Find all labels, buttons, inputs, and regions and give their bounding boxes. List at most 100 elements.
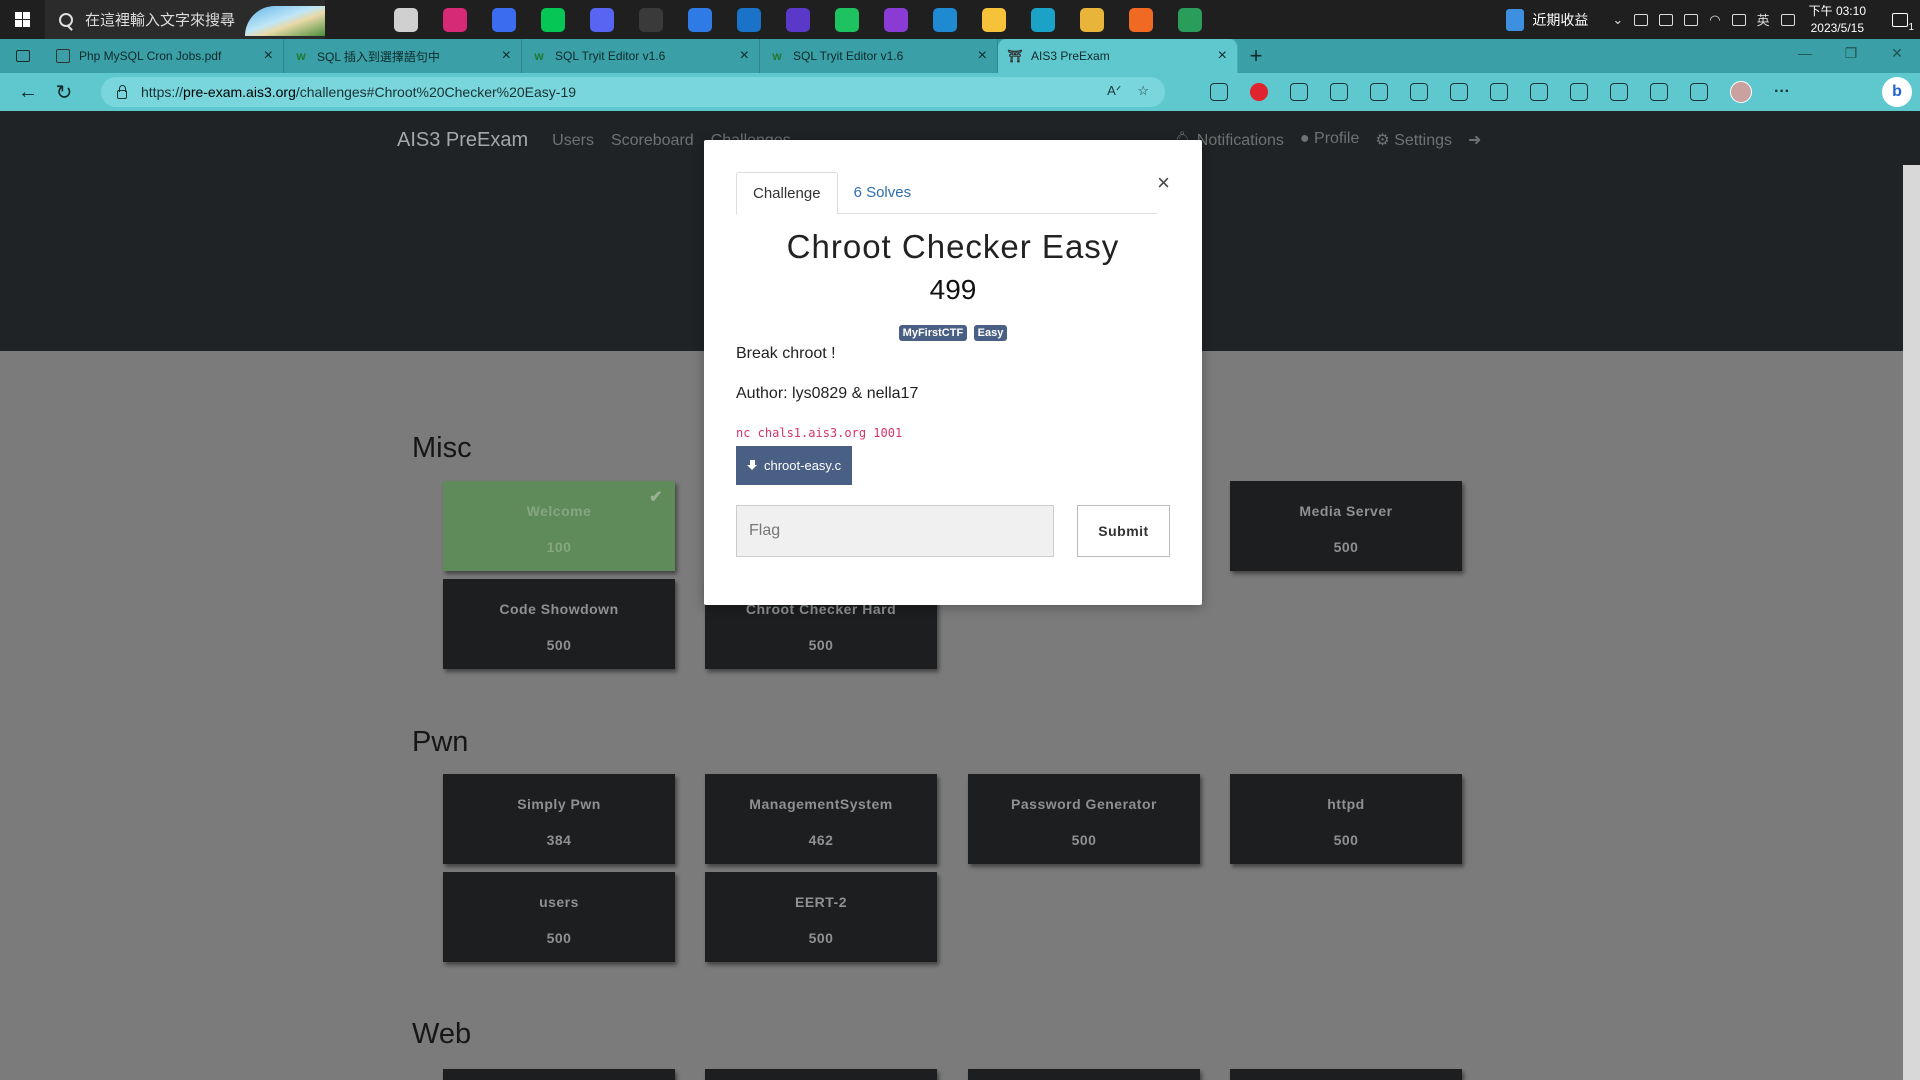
history-icon[interactable]: [1450, 83, 1468, 101]
close-window-button[interactable]: ✕: [1874, 39, 1920, 67]
back-button[interactable]: ←: [10, 74, 46, 110]
tab-close-icon[interactable]: ×: [978, 47, 987, 65]
more-options-icon[interactable]: ···: [1774, 83, 1790, 101]
nav-notifications-label: Notifications: [1196, 132, 1284, 149]
read-aloud-icon[interactable]: Aᐟ: [1107, 83, 1121, 99]
collections-icon[interactable]: [1410, 83, 1428, 101]
favorites-icon[interactable]: [1370, 83, 1388, 101]
browser-tab-title: SQL Tryit Editor v1.6: [793, 49, 904, 63]
pycharm-icon: [834, 7, 859, 32]
restore-button[interactable]: ❐: [1828, 39, 1874, 67]
challenge-card[interactable]: Code Showdown 500: [443, 579, 675, 669]
submit-button[interactable]: Submit: [1077, 505, 1170, 557]
favorite-add-icon[interactable]: ☆: [1137, 83, 1149, 99]
challenge-card[interactable]: users 500: [443, 872, 675, 962]
minimize-button[interactable]: —: [1782, 39, 1828, 67]
nav-settings[interactable]: ⚙ Settings: [1375, 130, 1452, 150]
browser-tab[interactable]: w SQL 插入到選擇語句中 ×: [284, 39, 522, 73]
tab-close-icon[interactable]: ×: [740, 47, 749, 65]
challenge-card[interactable]: httpd 500: [1230, 774, 1462, 864]
new-tab-button[interactable]: +: [1238, 39, 1274, 73]
line-icon: [540, 7, 565, 32]
site-brand[interactable]: AIS3 PreExam: [397, 129, 528, 152]
browser-tab[interactable]: Php MySQL Cron Jobs.pdf ×: [46, 39, 284, 73]
challenge-card[interactable]: Password Generator 500: [968, 774, 1200, 864]
challenge-name: Media Server: [1299, 503, 1393, 519]
browser-tab[interactable]: w SQL Tryit Editor v1.6 ×: [760, 39, 998, 73]
app-icon[interactable]: [1570, 83, 1588, 101]
tab-close-icon[interactable]: ×: [264, 47, 273, 65]
firefox-taskbar-button[interactable]: [1121, 0, 1160, 39]
close-icon[interactable]: ×: [1157, 170, 1170, 196]
nav-profile[interactable]: ● Profile: [1300, 130, 1359, 150]
notification-center-button[interactable]: 1: [1880, 0, 1920, 39]
intellij-taskbar-button[interactable]: [778, 0, 817, 39]
copy-icon[interactable]: [1690, 83, 1708, 101]
tab-close-icon[interactable]: ×: [502, 47, 511, 65]
nav-users[interactable]: Users: [552, 132, 594, 150]
extension-icon[interactable]: [1210, 83, 1228, 101]
tab-actions-button[interactable]: [0, 39, 46, 73]
challenge-card[interactable]: [1230, 1069, 1462, 1080]
browser-tab[interactable]: w SQL Tryit Editor v1.6 ×: [522, 39, 760, 73]
ime-indicator[interactable]: 英: [1757, 10, 1770, 29]
mail-taskbar-button[interactable]: [729, 0, 768, 39]
start-button[interactable]: [0, 0, 45, 39]
challenge-card[interactable]: Media Server 500: [1230, 481, 1462, 571]
security-icon[interactable]: [1650, 83, 1668, 101]
extension-chat-icon[interactable]: [1290, 83, 1308, 101]
app-taskbar-button[interactable]: [1170, 0, 1209, 39]
line-taskbar-button[interactable]: [533, 0, 572, 39]
bing-copilot-button[interactable]: b: [1882, 77, 1912, 107]
opera-icon[interactable]: [1250, 83, 1268, 101]
wifi-icon[interactable]: ◠: [1709, 12, 1720, 28]
quote-icon[interactable]: [1610, 83, 1628, 101]
tab-solves[interactable]: 6 Solves: [838, 172, 928, 214]
health-icon[interactable]: [1530, 83, 1548, 101]
nav-scoreboard[interactable]: Scoreboard: [611, 132, 694, 150]
task-view-taskbar-button[interactable]: [337, 0, 376, 39]
ime-mode-icon[interactable]: [1780, 13, 1795, 26]
discord-taskbar-button[interactable]: [582, 0, 621, 39]
messenger-taskbar-button[interactable]: [484, 0, 523, 39]
pycharm-taskbar-button[interactable]: [827, 0, 866, 39]
profile-avatar[interactable]: [1730, 81, 1752, 103]
download-file-button[interactable]: chroot-easy.c: [736, 446, 853, 485]
challenge-name: Code Showdown: [499, 601, 619, 617]
news-widget[interactable]: 近期收益: [1506, 8, 1588, 31]
file-explorer-taskbar-button[interactable]: [974, 0, 1013, 39]
tab-challenge[interactable]: Challenge: [736, 172, 838, 215]
tab-close-icon[interactable]: ×: [1218, 47, 1227, 65]
logout-icon[interactable]: ➜: [1468, 130, 1481, 150]
tray-app-icon[interactable]: [1634, 13, 1649, 26]
todo-taskbar-button[interactable]: [680, 0, 719, 39]
edge-taskbar-button[interactable]: [1023, 0, 1062, 39]
page-scrollbar[interactable]: [1903, 165, 1920, 1080]
display-icon[interactable]: [1659, 13, 1674, 26]
refresh-button[interactable]: ↻: [46, 74, 82, 110]
download-icon[interactable]: [1490, 83, 1508, 101]
challenge-card[interactable]: Simply Pwn 384: [443, 774, 675, 864]
challenge-card[interactable]: [968, 1069, 1200, 1080]
keyboard-icon[interactable]: [1731, 13, 1746, 26]
address-bar[interactable]: https://pre-exam.ais3.org/challenges#Chr…: [101, 77, 1165, 107]
obs-taskbar-button[interactable]: [631, 0, 670, 39]
challenge-card[interactable]: ManagementSystem 462: [705, 774, 937, 864]
challenge-card[interactable]: EERT-2 500: [705, 872, 937, 962]
notepad-taskbar-button[interactable]: [386, 0, 425, 39]
challenge-card[interactable]: [705, 1069, 937, 1080]
challenge-card[interactable]: [443, 1069, 675, 1080]
phpstorm-taskbar-button[interactable]: [876, 0, 915, 39]
system-tray: 近期收益 ⌄ ◠ 英 下午 03:10 2023/5/15 1: [1506, 0, 1920, 39]
extensions-puzzle-icon[interactable]: [1330, 83, 1348, 101]
flag-input[interactable]: [736, 505, 1054, 557]
instagram-taskbar-button[interactable]: [435, 0, 474, 39]
chevron-up-icon[interactable]: ⌄: [1612, 12, 1623, 28]
challenge-card[interactable]: ✔ Welcome 100: [443, 481, 675, 571]
vscode-taskbar-button[interactable]: [925, 0, 964, 39]
battery-icon[interactable]: [1684, 13, 1699, 26]
chrome-taskbar-button[interactable]: [1072, 0, 1111, 39]
taskbar-search[interactable]: 在這裡輸入文字來搜尋: [45, 0, 325, 39]
browser-tab[interactable]: ⛩ AIS3 PreExam ×: [998, 39, 1238, 73]
clock[interactable]: 下午 03:10 2023/5/15: [1809, 3, 1866, 37]
